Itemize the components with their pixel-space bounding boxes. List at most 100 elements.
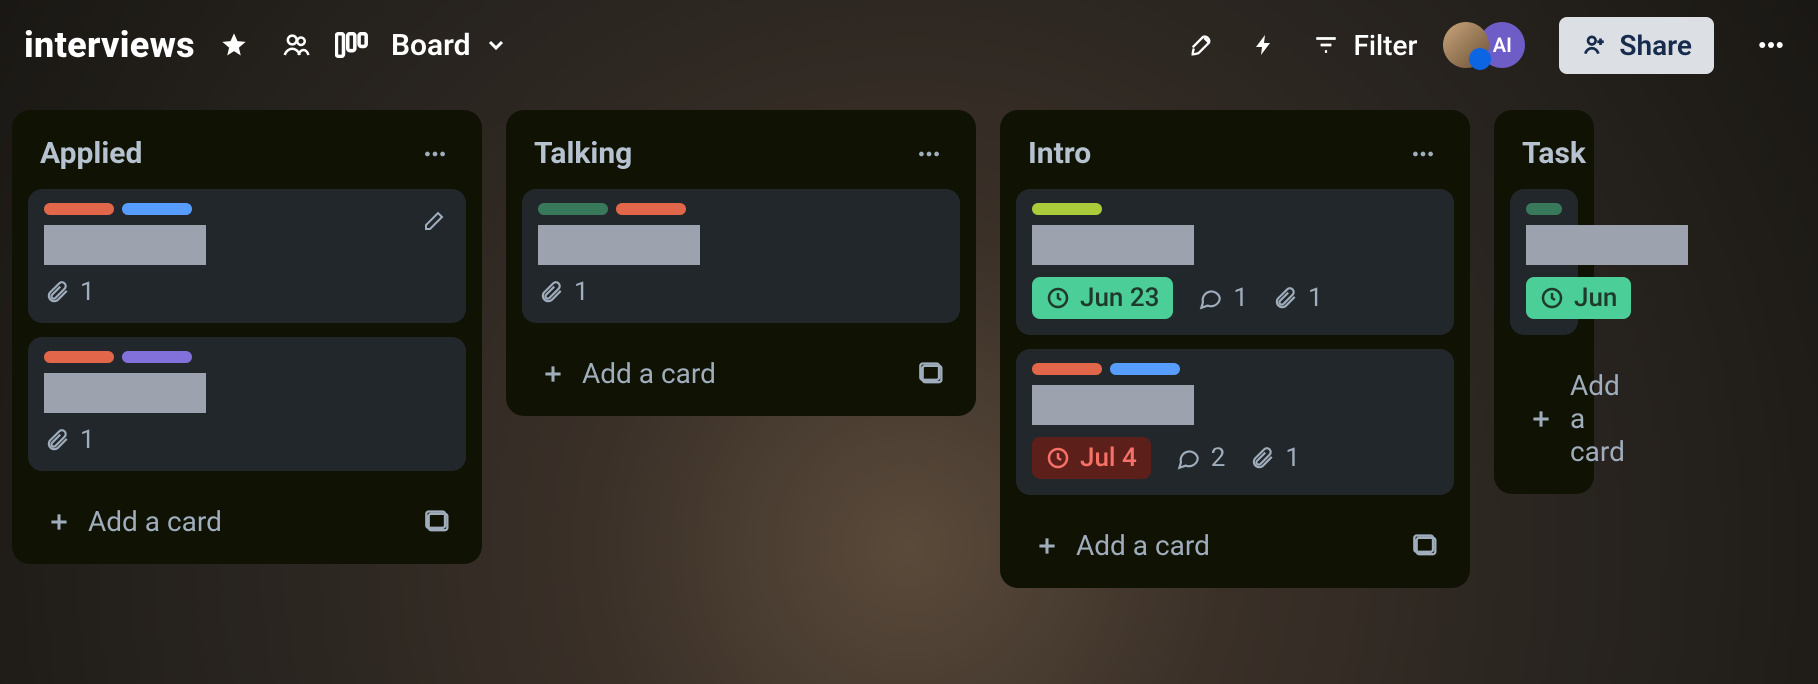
card-labels xyxy=(1032,363,1438,375)
attachment-count: 1 xyxy=(1308,283,1323,313)
attachment-icon xyxy=(538,279,564,305)
attachment-icon xyxy=(1249,445,1275,471)
attachment-icon xyxy=(44,427,70,453)
card-labels xyxy=(538,203,944,215)
list-header: Talking xyxy=(518,122,964,189)
list-menu-icon[interactable] xyxy=(1404,137,1442,171)
due-date: Jun xyxy=(1574,283,1617,313)
list[interactable]: Applied 1 1 Add a card xyxy=(12,110,482,564)
card-template-icon[interactable] xyxy=(912,354,952,394)
attachment-count: 1 xyxy=(80,425,95,455)
share-icon xyxy=(1581,32,1607,58)
list[interactable]: Intro Jun 23 1 1 Jul 4 xyxy=(1000,110,1470,588)
list-footer: Add a card xyxy=(518,337,964,402)
card-label[interactable] xyxy=(616,203,686,215)
attachment-badge: 1 xyxy=(44,425,95,455)
list-footer: Add a card xyxy=(1506,349,1582,480)
add-card-label: Add a card xyxy=(582,357,716,390)
card-label[interactable] xyxy=(538,203,608,215)
card[interactable]: Jun xyxy=(1510,189,1578,335)
plus-icon xyxy=(540,361,566,387)
card[interactable]: Jul 4 2 1 xyxy=(1016,349,1454,495)
card[interactable]: 1 xyxy=(28,189,466,323)
clock-icon xyxy=(1046,286,1070,310)
add-card-label: Add a card xyxy=(1570,369,1625,468)
add-card-button[interactable]: Add a card xyxy=(1518,363,1635,474)
card-title xyxy=(44,373,206,413)
due-badge[interactable]: Jun xyxy=(1526,277,1631,319)
card-badges: 1 xyxy=(538,277,944,307)
members-icon[interactable] xyxy=(273,22,319,68)
card-template-icon[interactable] xyxy=(1406,526,1446,566)
attachment-icon xyxy=(44,279,70,305)
list-menu-icon[interactable] xyxy=(910,137,948,171)
star-icon[interactable] xyxy=(211,22,257,68)
automation-icon[interactable] xyxy=(1241,22,1287,68)
card-label[interactable] xyxy=(44,351,114,363)
attachment-count: 1 xyxy=(1285,443,1300,473)
list-title[interactable]: Applied xyxy=(40,136,142,171)
clock-icon xyxy=(1540,286,1564,310)
due-badge[interactable]: Jul 4 xyxy=(1032,437,1151,479)
card[interactable]: 1 xyxy=(28,337,466,471)
comments-badge: 1 xyxy=(1197,283,1248,313)
attachment-count: 1 xyxy=(80,277,95,307)
board-view-switcher[interactable]: Board xyxy=(385,28,515,63)
list-title[interactable]: Task xyxy=(1522,136,1586,171)
attachment-badge: 1 xyxy=(44,277,95,307)
filter-label: Filter xyxy=(1353,29,1417,62)
card-label[interactable] xyxy=(122,203,192,215)
list-title[interactable]: Talking xyxy=(534,136,632,171)
comment-icon xyxy=(1175,445,1201,471)
rocket-icon[interactable] xyxy=(1179,22,1225,68)
comment-count: 2 xyxy=(1211,443,1226,473)
card-badges: Jun xyxy=(1526,277,1562,319)
card-label[interactable] xyxy=(1110,363,1180,375)
card-label[interactable] xyxy=(1526,203,1562,215)
plus-icon xyxy=(1034,533,1060,559)
card-labels xyxy=(1526,203,1562,215)
board-header: interviews Board Filter AI Share xyxy=(0,0,1818,90)
filter-button[interactable]: Filter xyxy=(1303,23,1427,68)
clock-icon xyxy=(1046,446,1070,470)
comment-count: 1 xyxy=(1233,283,1248,313)
due-date: Jun 23 xyxy=(1080,283,1159,313)
card-label[interactable] xyxy=(1032,363,1102,375)
edit-card-icon[interactable] xyxy=(416,203,452,239)
card-template-icon[interactable] xyxy=(418,502,458,542)
card[interactable]: 1 xyxy=(522,189,960,323)
due-badge[interactable]: Jun 23 xyxy=(1032,277,1173,319)
attachment-icon xyxy=(1272,285,1298,311)
list-header: Intro xyxy=(1012,122,1458,189)
list[interactable]: Talking 1 Add a card xyxy=(506,110,976,416)
list-title[interactable]: Intro xyxy=(1028,136,1091,171)
add-card-label: Add a card xyxy=(1076,529,1210,562)
card[interactable]: Jun 23 1 1 xyxy=(1016,189,1454,335)
list-menu-icon[interactable] xyxy=(416,137,454,171)
board-canvas[interactable]: Applied 1 1 Add a card Talking xyxy=(0,90,1818,684)
attachment-count: 1 xyxy=(574,277,589,307)
board-members[interactable]: AI xyxy=(1443,22,1525,68)
due-date: Jul 4 xyxy=(1080,443,1137,473)
card-label[interactable] xyxy=(1032,203,1102,215)
share-button[interactable]: Share xyxy=(1559,17,1714,74)
card-labels xyxy=(44,203,450,215)
add-card-button[interactable]: Add a card xyxy=(530,351,726,396)
add-card-button[interactable]: Add a card xyxy=(36,499,232,544)
card-title xyxy=(1032,385,1194,425)
attachment-badge: 1 xyxy=(538,277,589,307)
board-title[interactable]: interviews xyxy=(24,24,195,66)
card-badges: 1 xyxy=(44,425,450,455)
list[interactable]: Task Jun Add a card xyxy=(1494,110,1594,494)
add-card-button[interactable]: Add a card xyxy=(1024,523,1220,568)
card-title xyxy=(44,225,206,265)
card-badges: 1 xyxy=(44,277,450,307)
list-header: Task xyxy=(1506,122,1582,189)
card-label[interactable] xyxy=(122,351,192,363)
avatar[interactable] xyxy=(1443,22,1489,68)
list-header: Applied xyxy=(24,122,470,189)
chevron-down-icon xyxy=(484,33,508,57)
card-title xyxy=(1526,225,1688,265)
board-menu-icon[interactable] xyxy=(1748,22,1794,68)
card-label[interactable] xyxy=(44,203,114,215)
